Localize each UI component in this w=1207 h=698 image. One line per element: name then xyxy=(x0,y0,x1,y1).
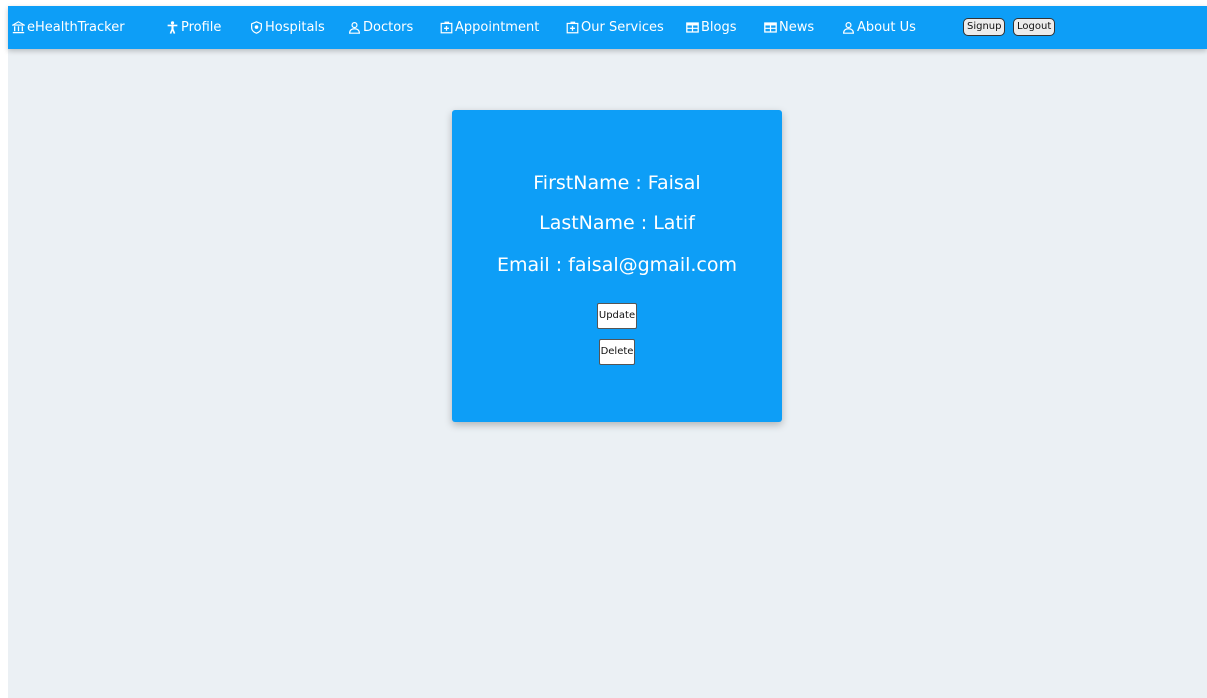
nav-hospitals-label: Hospitals xyxy=(265,20,325,35)
update-button[interactable]: Update xyxy=(597,303,637,329)
nav-news-label: News xyxy=(779,20,815,35)
page-frame: eHealthTracker Profile Hospitals Doctors xyxy=(8,6,1207,698)
nav-our-services[interactable]: Our Services xyxy=(566,6,664,49)
nav-profile-label: Profile xyxy=(181,20,222,35)
nav-doctors-label: Doctors xyxy=(363,20,414,35)
table-icon xyxy=(764,21,777,34)
brand-link[interactable]: eHealthTracker xyxy=(12,6,125,49)
nav-profile[interactable]: Profile xyxy=(166,6,221,49)
nav-hospitals[interactable]: Hospitals xyxy=(250,6,325,49)
nav-doctors[interactable]: Doctors xyxy=(348,6,413,49)
plus-box-icon xyxy=(566,21,579,34)
profile-card: FirstName : Faisal LastName : Latif Emai… xyxy=(452,110,782,422)
bank-icon xyxy=(12,21,25,34)
table-icon xyxy=(686,21,699,34)
user-icon xyxy=(842,21,855,34)
nav-news[interactable]: News xyxy=(764,6,814,49)
nav-about-us[interactable]: About Us xyxy=(842,6,916,49)
nav-appointment[interactable]: Appointment xyxy=(440,6,539,49)
plus-box-icon xyxy=(440,21,453,34)
user-icon xyxy=(348,21,361,34)
nav-blogs-label: Blogs xyxy=(701,20,737,35)
brand-label: eHealthTracker xyxy=(27,20,125,35)
nav-our-services-label: Our Services xyxy=(581,20,664,35)
logout-button[interactable]: Logout xyxy=(1013,18,1055,36)
signup-button[interactable]: Signup xyxy=(963,18,1005,36)
nav-appointment-label: Appointment xyxy=(455,20,540,35)
email-text: Email : faisal@gmail.com xyxy=(496,254,737,276)
last-name-text: LastName : Latif xyxy=(539,212,695,234)
delete-button[interactable]: Delete xyxy=(599,339,635,365)
shield-icon xyxy=(250,21,263,34)
nav-blogs[interactable]: Blogs xyxy=(686,6,737,49)
person-icon xyxy=(166,21,179,34)
navbar: eHealthTracker Profile Hospitals Doctors xyxy=(8,6,1207,49)
first-name-text: FirstName : Faisal xyxy=(533,172,701,194)
nav-about-us-label: About Us xyxy=(857,20,916,35)
